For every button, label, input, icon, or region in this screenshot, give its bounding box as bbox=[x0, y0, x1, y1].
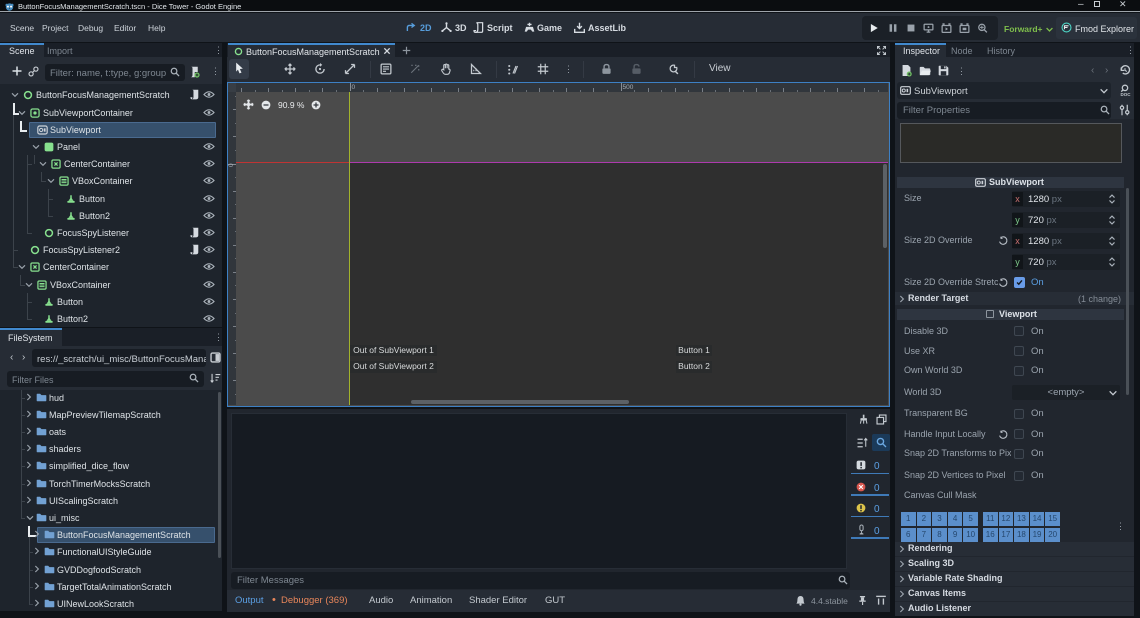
svg-text:DOC: DOC bbox=[1121, 92, 1132, 97]
